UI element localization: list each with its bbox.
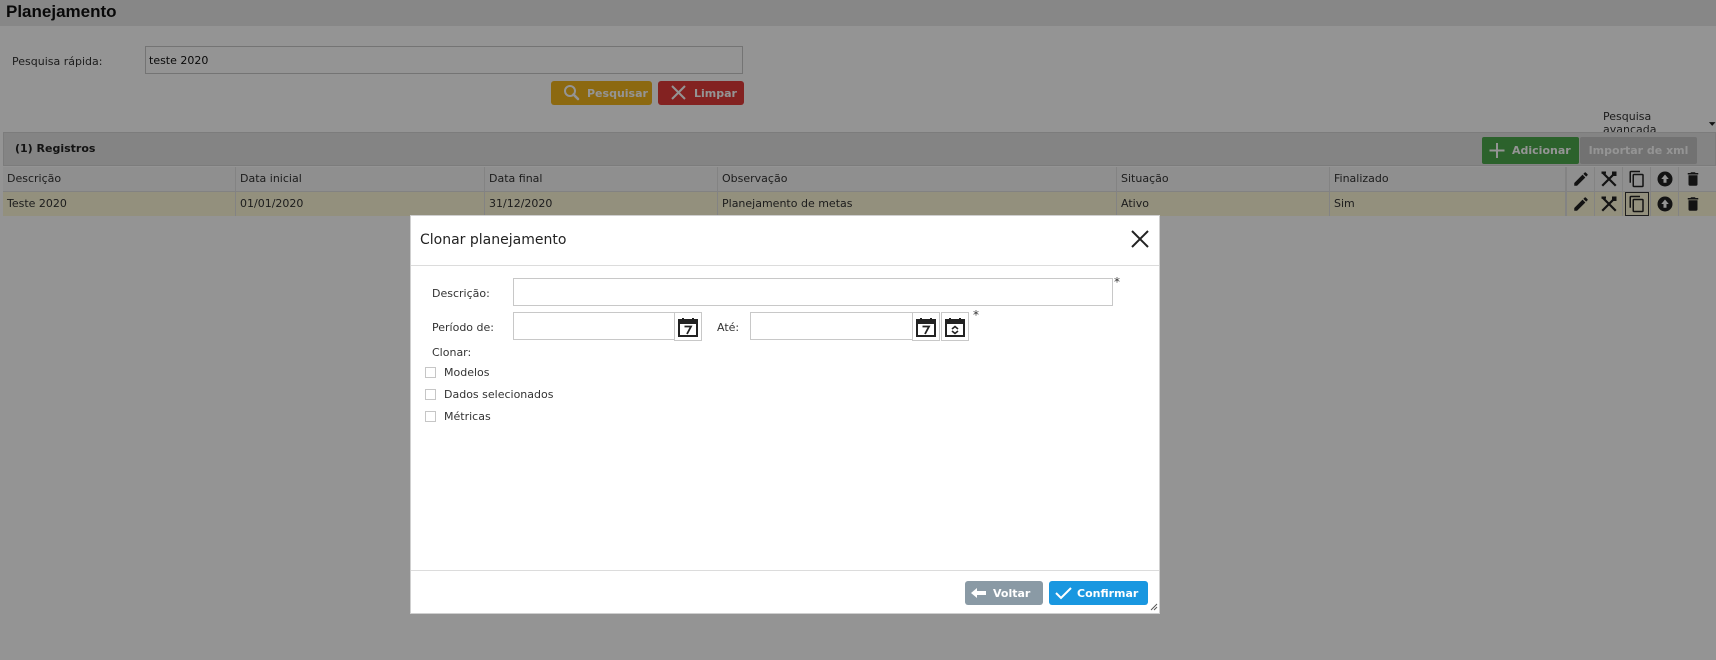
clone-label: Clonar: bbox=[432, 346, 472, 359]
checkbox-dados-selecionados-label: Dados selecionados bbox=[444, 388, 554, 401]
clone-planning-dialog: Clonar planejamento Descrição: * Período… bbox=[410, 215, 1160, 614]
dialog-header: Clonar planejamento bbox=[411, 216, 1159, 266]
calendar-icon bbox=[678, 317, 698, 337]
close-icon[interactable] bbox=[1129, 228, 1151, 250]
dialog-title: Clonar planejamento bbox=[420, 232, 567, 248]
back-button-label: Voltar bbox=[993, 586, 1031, 600]
checkbox-dados-selecionados[interactable] bbox=[425, 389, 436, 400]
checkbox-metricas[interactable] bbox=[425, 411, 436, 422]
period-range-calendar-button[interactable] bbox=[941, 312, 969, 341]
description-label: Descrição: bbox=[432, 287, 490, 300]
period-to-input[interactable] bbox=[750, 312, 913, 340]
checkbox-metricas-label: Métricas bbox=[444, 410, 491, 423]
period-from-label: Período de: bbox=[432, 321, 494, 334]
period-from-calendar-button[interactable] bbox=[674, 312, 702, 341]
confirm-button-label: Confirmar bbox=[1077, 586, 1139, 600]
description-input[interactable] bbox=[513, 278, 1113, 306]
checkbox-modelos-label: Modelos bbox=[444, 366, 490, 379]
back-button[interactable]: Voltar bbox=[965, 581, 1043, 605]
required-mark: * bbox=[1114, 275, 1120, 289]
arrow-left-icon bbox=[971, 588, 986, 598]
confirm-button[interactable]: Confirmar bbox=[1049, 581, 1148, 605]
checkbox-modelos[interactable] bbox=[425, 367, 436, 378]
required-mark: * bbox=[973, 308, 979, 322]
period-to-calendar-button[interactable] bbox=[912, 312, 940, 341]
calendar-range-icon bbox=[945, 317, 965, 337]
dialog-footer-divider bbox=[411, 570, 1159, 571]
period-from-input[interactable] bbox=[513, 312, 675, 340]
period-to-label: Até: bbox=[717, 321, 740, 334]
check-icon bbox=[1055, 587, 1072, 600]
calendar-icon bbox=[916, 317, 936, 337]
resize-handle-icon[interactable] bbox=[1148, 601, 1158, 611]
